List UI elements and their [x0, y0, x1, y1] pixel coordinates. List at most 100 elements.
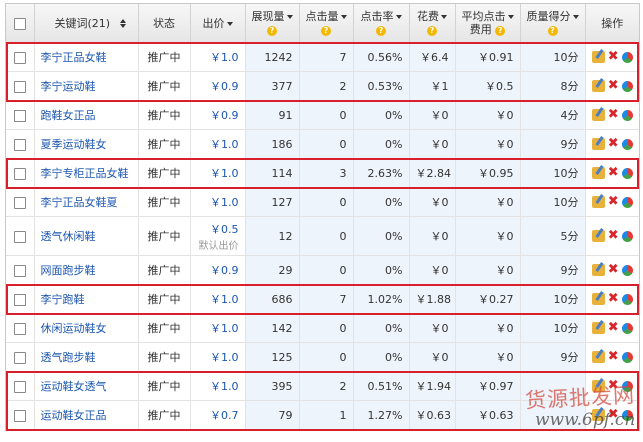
sort-icon[interactable]: [119, 19, 126, 28]
bid-cell[interactable]: ￥0.9: [190, 71, 246, 101]
bid-value[interactable]: ￥0.9: [197, 262, 239, 278]
keyword-link[interactable]: 透气跑步鞋: [41, 351, 96, 364]
quality-column-header[interactable]: 质量得分 ?: [520, 4, 586, 43]
row-checkbox[interactable]: [13, 264, 26, 277]
edit-icon[interactable]: [591, 351, 605, 363]
sort-icon[interactable]: [441, 15, 447, 19]
report-chart-icon[interactable]: [621, 293, 633, 305]
row-select-cell[interactable]: [6, 100, 35, 130]
edit-icon[interactable]: [591, 167, 605, 179]
bid-cell[interactable]: ￥0.9: [190, 100, 246, 130]
bid-value[interactable]: ￥1.0: [197, 320, 239, 336]
help-icon[interactable]: ?: [547, 26, 558, 36]
select-all-header[interactable]: [6, 4, 35, 43]
report-chart-icon[interactable]: [621, 138, 633, 150]
edit-icon[interactable]: [591, 138, 605, 150]
row-checkbox[interactable]: [13, 351, 26, 364]
keyword-link[interactable]: 李宁跑鞋: [41, 293, 85, 306]
cost-column-header[interactable]: 花费 ?: [409, 4, 456, 43]
sort-icon[interactable]: [286, 15, 293, 19]
row-select-cell[interactable]: [6, 71, 35, 101]
delete-icon[interactable]: ✖: [608, 229, 619, 242]
bid-cell[interactable]: ￥1.0: [190, 187, 246, 217]
delete-icon[interactable]: ✖: [608, 108, 619, 121]
row-checkbox[interactable]: [13, 322, 26, 335]
report-chart-icon[interactable]: [621, 264, 633, 276]
row-select-cell[interactable]: [6, 255, 35, 285]
bid-column-header[interactable]: 出价: [190, 4, 246, 43]
delete-icon[interactable]: ✖: [608, 195, 619, 208]
delete-icon[interactable]: ✖: [608, 321, 619, 334]
bid-value[interactable]: ￥1.0: [197, 349, 239, 365]
edit-icon[interactable]: [591, 264, 605, 276]
help-icon[interactable]: ?: [321, 26, 331, 36]
row-checkbox[interactable]: [13, 230, 26, 243]
keyword-link[interactable]: 李宁正品女鞋夏: [41, 196, 118, 209]
delete-icon[interactable]: ✖: [608, 50, 619, 63]
row-checkbox[interactable]: [13, 409, 26, 422]
row-checkbox[interactable]: [13, 196, 26, 209]
report-chart-icon[interactable]: [621, 230, 633, 242]
help-icon[interactable]: ?: [495, 26, 506, 36]
keyword-link[interactable]: 运动鞋女透气: [41, 380, 107, 393]
row-select-cell[interactable]: [6, 400, 35, 430]
avg-cpc-column-header[interactable]: 平均点击 费用 ?: [455, 4, 521, 43]
row-checkbox[interactable]: [13, 51, 26, 64]
report-chart-icon[interactable]: [621, 167, 633, 179]
keyword-link[interactable]: 跑鞋女正品: [41, 109, 96, 122]
edit-icon[interactable]: [591, 109, 605, 121]
help-icon[interactable]: ?: [427, 26, 437, 36]
row-checkbox[interactable]: [13, 293, 26, 306]
row-select-cell[interactable]: [6, 313, 35, 343]
keyword-link[interactable]: 休闲运动鞋女: [41, 322, 107, 335]
sort-icon[interactable]: [226, 21, 233, 26]
bid-value[interactable]: ￥1.0: [197, 291, 239, 307]
bid-cell[interactable]: ￥0.9: [190, 255, 246, 285]
bid-cell[interactable]: ￥1.0: [190, 371, 246, 401]
bid-cell[interactable]: ￥1.0: [190, 42, 246, 72]
keyword-column-header[interactable]: 关键词(21): [34, 4, 139, 43]
row-select-cell[interactable]: [6, 158, 35, 188]
keyword-link[interactable]: 透气休闲鞋: [41, 230, 96, 243]
bid-value[interactable]: ￥0.9: [197, 78, 239, 94]
bid-value[interactable]: ￥0.7: [197, 407, 239, 423]
row-select-cell[interactable]: [6, 187, 35, 217]
bid-cell[interactable]: ￥1.0: [190, 342, 246, 372]
help-icon[interactable]: ?: [267, 26, 277, 36]
row-select-cell[interactable]: [6, 129, 35, 159]
bid-value[interactable]: ￥0.5: [197, 221, 239, 237]
bid-value[interactable]: ￥1.0: [197, 194, 239, 210]
bid-value[interactable]: ￥1.0: [197, 136, 239, 152]
sort-icon[interactable]: [340, 15, 347, 19]
keyword-link[interactable]: 运动鞋女正品: [41, 409, 107, 422]
row-checkbox[interactable]: [13, 138, 26, 151]
ctr-column-header[interactable]: 点击率 ?: [353, 4, 410, 43]
keyword-link[interactable]: 李宁正品女鞋: [41, 51, 107, 64]
report-chart-icon[interactable]: [621, 196, 633, 208]
sort-icon[interactable]: [395, 15, 402, 19]
keyword-link[interactable]: 网面跑步鞋: [41, 264, 96, 277]
delete-icon[interactable]: ✖: [608, 166, 619, 179]
row-select-cell[interactable]: [6, 342, 35, 372]
report-chart-icon[interactable]: [621, 322, 633, 334]
edit-icon[interactable]: [591, 230, 605, 242]
help-icon[interactable]: ?: [376, 26, 386, 36]
bid-value[interactable]: ￥1.0: [197, 49, 239, 65]
bid-value[interactable]: ￥1.0: [197, 378, 239, 394]
row-checkbox[interactable]: [13, 380, 26, 393]
row-select-cell[interactable]: [6, 42, 35, 72]
report-chart-icon[interactable]: [621, 109, 633, 121]
keyword-link[interactable]: 李宁专柜正品女鞋: [41, 167, 129, 180]
bid-cell[interactable]: ￥0.7: [190, 400, 246, 430]
delete-icon[interactable]: ✖: [608, 350, 619, 363]
keyword-link[interactable]: 夏季运动鞋女: [41, 138, 107, 151]
delete-icon[interactable]: ✖: [608, 137, 619, 150]
edit-icon[interactable]: [591, 322, 605, 334]
clicks-column-header[interactable]: 点击量 ?: [299, 4, 354, 43]
bid-value[interactable]: ￥1.0: [197, 165, 239, 181]
edit-icon[interactable]: [591, 196, 605, 208]
bid-cell[interactable]: ￥1.0: [190, 313, 246, 343]
row-select-cell[interactable]: [6, 216, 35, 256]
bid-cell[interactable]: ￥1.0: [190, 129, 246, 159]
delete-icon[interactable]: ✖: [608, 263, 619, 276]
